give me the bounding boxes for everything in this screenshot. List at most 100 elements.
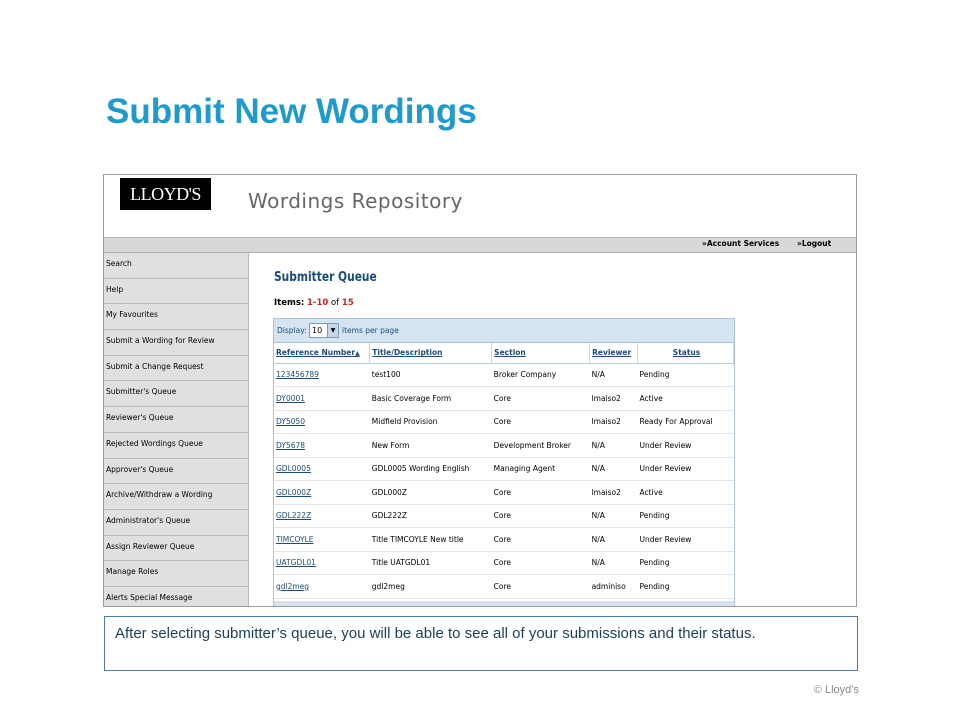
reference-link[interactable]: UATGDL01 xyxy=(274,551,370,575)
reference-link[interactable]: DY5050 xyxy=(274,410,370,434)
table-row: 123456789 test100 Broker Company N/A Pen… xyxy=(274,363,734,387)
table-footer xyxy=(274,601,734,606)
status-cell: Under Review xyxy=(637,433,734,458)
reference-link[interactable]: 123456789 xyxy=(274,363,370,387)
table-row: DY5050 Midfield Provision Core lmaiso2 R… xyxy=(274,410,734,434)
sidebar-item-submit-change-request[interactable]: Submit a Change Request xyxy=(104,356,248,382)
items-range: 1-10 xyxy=(307,298,329,308)
reviewer-cell: N/A xyxy=(589,363,638,387)
sidebar-item-manage-roles[interactable]: Manage Roles xyxy=(104,561,248,587)
chevron-down-icon[interactable]: ▼ xyxy=(327,324,338,337)
queue-table-container: Display: 10 ▼ items per page Reference N… xyxy=(273,318,735,606)
logout-link[interactable]: »Logout xyxy=(797,239,831,248)
reviewer-cell: N/A xyxy=(589,457,638,481)
display-label: Display: xyxy=(277,326,307,335)
status-cell: Under Review xyxy=(637,527,734,552)
section-cell: Core xyxy=(491,527,590,552)
display-suffix: items per page xyxy=(342,326,399,335)
section-cell: Core xyxy=(491,410,590,434)
reference-link[interactable]: GDL222Z xyxy=(274,504,370,528)
status-cell: Pending xyxy=(637,574,734,599)
items-per-page-select[interactable]: 10 ▼ xyxy=(309,323,339,338)
table-header-row: Reference Number▲ Title/Description Sect… xyxy=(274,343,734,364)
title-cell: GDL000Z xyxy=(369,480,492,505)
reference-link[interactable]: DY0001 xyxy=(274,386,370,411)
table-row: GDL222Z GDL222Z Core N/A Pending xyxy=(274,504,734,528)
app-title: Wordings Repository xyxy=(248,189,463,213)
sidebar-item-approvers-queue[interactable]: Approver's Queue xyxy=(104,459,248,485)
copyright-text: © Lloyd’s xyxy=(813,684,859,696)
title-cell: Midfield Provision xyxy=(369,410,492,434)
status-cell: Pending xyxy=(637,363,734,387)
reference-link[interactable]: gdl2meg xyxy=(274,574,370,599)
table-row: TIMCOYLE Title TIMCOYLE New title Core N… xyxy=(274,527,734,552)
top-nav: »Account Services »Logout xyxy=(104,237,856,253)
reviewer-cell: N/A xyxy=(589,504,638,528)
status-cell: Active xyxy=(637,480,734,505)
column-header-reference[interactable]: Reference Number▲ xyxy=(274,343,371,364)
section-cell: Broker Company xyxy=(491,363,590,387)
title-cell: Basic Coverage Form xyxy=(369,386,492,411)
reviewer-cell: N/A xyxy=(589,527,638,552)
column-header-status[interactable]: Status xyxy=(637,343,734,364)
section-cell: Core xyxy=(491,551,590,575)
sidebar-item-reviewers-queue[interactable]: Reviewer's Queue xyxy=(104,407,248,433)
table-row: GDL0005 GDL0005 Wording English Managing… xyxy=(274,457,734,481)
sidebar-item-submitters-queue[interactable]: Submitter's Queue xyxy=(104,381,248,408)
status-cell: Pending xyxy=(637,504,734,528)
sidebar-item-help[interactable]: Help xyxy=(104,279,248,305)
sidebar-item-assign-reviewer-queue[interactable]: Assign Reviewer Queue xyxy=(104,536,248,562)
title-cell: GDL222Z xyxy=(369,504,492,528)
status-cell: Under Review xyxy=(637,457,734,481)
page-title: Submitter Queue xyxy=(274,270,377,285)
sort-up-icon[interactable]: ▲ xyxy=(355,350,360,357)
title-cell: New Form xyxy=(369,433,492,458)
column-header-reviewer[interactable]: Reviewer xyxy=(589,343,639,364)
table-row: gdl2meg gdl2meg Core adminiso Pending xyxy=(274,574,734,599)
table-row: UATGDL01 Title UATGDL01 Core N/A Pending xyxy=(274,551,734,575)
section-cell: Core xyxy=(491,504,590,528)
title-cell: Title UATGDL01 xyxy=(369,551,492,575)
items-total: 15 xyxy=(341,298,354,308)
section-cell: Managing Agent xyxy=(491,457,590,481)
reference-link[interactable]: TIMCOYLE xyxy=(274,527,370,552)
status-cell: Active xyxy=(637,386,734,411)
sidebar-item-submit-wording[interactable]: Submit a Wording for Review xyxy=(104,330,248,356)
items-label: Items: xyxy=(274,298,305,308)
reviewer-cell: N/A xyxy=(589,551,638,575)
section-cell: Core xyxy=(491,574,590,599)
title-cell: Title TIMCOYLE New title xyxy=(369,527,492,552)
sidebar-item-administrators-queue[interactable]: Administrator's Queue xyxy=(104,510,248,536)
reviewer-cell: lmaiso2 xyxy=(589,480,638,505)
section-cell: Core xyxy=(491,480,590,505)
caption-box: After selecting submitter’s queue, you w… xyxy=(104,616,858,671)
sidebar-item-archive-withdraw[interactable]: Archive/Withdraw a Wording xyxy=(104,484,248,510)
account-services-link[interactable]: »Account Services xyxy=(702,239,779,248)
reference-link[interactable]: DY5678 xyxy=(274,433,370,458)
slide-title: Submit New Wordings xyxy=(106,92,477,131)
sidebar-item-rejected-wordings-queue[interactable]: Rejected Wordings Queue xyxy=(104,433,248,459)
lloyds-logo: LLOYD'S xyxy=(120,178,211,210)
items-count: Items: 1-10 of 15 xyxy=(274,298,354,308)
sidebar-item-my-favourites[interactable]: My Favourites xyxy=(104,304,248,331)
sidebar-item-search[interactable]: Search xyxy=(104,253,248,279)
reference-link[interactable]: GDL0005 xyxy=(274,457,370,481)
title-cell: GDL0005 Wording English xyxy=(369,457,492,481)
reviewer-cell: lmaiso2 xyxy=(589,410,638,434)
items-per-page-value: 10 xyxy=(312,326,323,335)
submitter-queue-table: Reference Number▲ Title/Description Sect… xyxy=(274,343,734,599)
section-cell: Core xyxy=(491,386,590,411)
app-header: LLOYD'S Wordings Repository xyxy=(104,175,856,237)
section-cell: Development Broker xyxy=(491,433,590,458)
table-row: DY5678 New Form Development Broker N/A U… xyxy=(274,433,734,458)
title-cell: gdl2meg xyxy=(369,574,492,599)
reference-link[interactable]: GDL000Z xyxy=(274,480,370,505)
status-cell: Ready For Approval xyxy=(637,410,734,434)
column-header-section[interactable]: Section xyxy=(491,343,591,364)
main-content: Submitter Queue Items: 1-10 of 15 Displa… xyxy=(249,253,856,606)
reviewer-cell: adminiso xyxy=(589,574,638,599)
column-header-title[interactable]: Title/Description xyxy=(369,343,493,364)
sidebar-item-alerts-special-message[interactable]: Alerts Special Message xyxy=(104,587,248,606)
display-bar: Display: 10 ▼ items per page xyxy=(274,319,734,343)
table-row: GDL000Z GDL000Z Core lmaiso2 Active xyxy=(274,480,734,505)
